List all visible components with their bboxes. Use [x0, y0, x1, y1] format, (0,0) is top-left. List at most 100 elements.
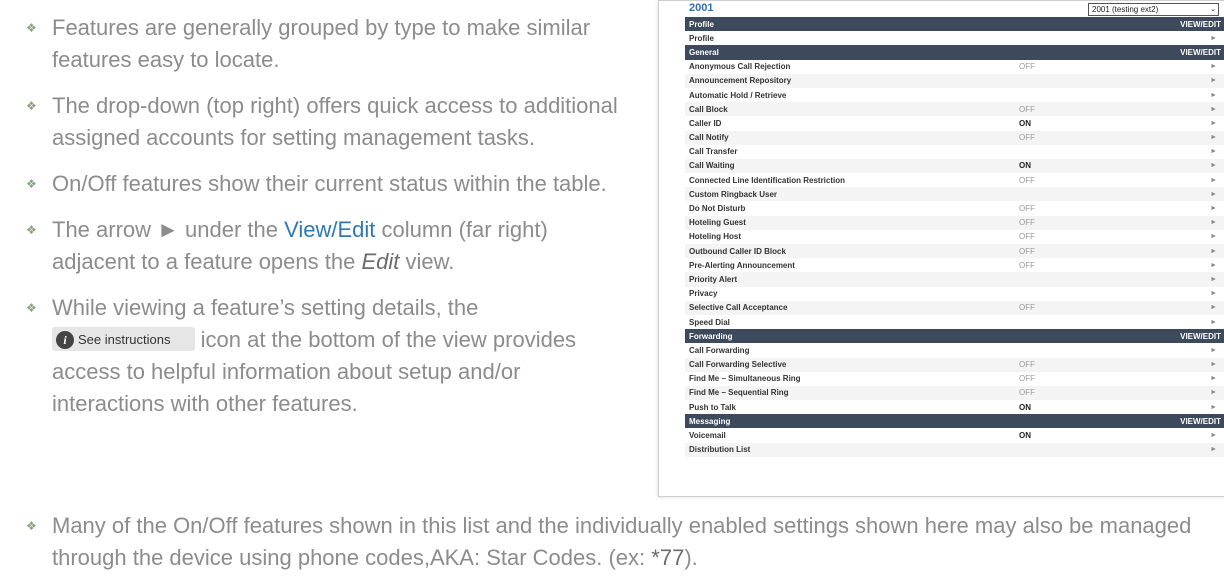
feature-name: Hoteling Guest [685, 215, 1015, 230]
view-edit-arrow-icon[interactable]: ► [1155, 244, 1224, 259]
account-dropdown[interactable]: 2001 (testing ext2) ⌄ [1088, 3, 1219, 16]
feature-name: Speed Dial [689, 317, 730, 327]
feature-status [1015, 315, 1155, 329]
view-edit-arrow-icon[interactable]: ► [1155, 385, 1224, 401]
bottom-note: ❖ Many of the On/Off features shown in t… [24, 510, 1214, 574]
view-edit-arrow-icon[interactable]: ► [1155, 88, 1224, 102]
view-edit-arrow-icon[interactable]: ► [1155, 187, 1224, 202]
view-edit-header[interactable]: VIEW/EDIT [1155, 17, 1224, 32]
feature-row[interactable]: Selective Call Acceptance OFF ► [685, 300, 1224, 315]
feature-status: ON [1015, 158, 1155, 174]
view-edit-arrow-icon[interactable]: ► [1155, 130, 1224, 145]
feature-status [1015, 187, 1155, 202]
feature-row[interactable]: Call Forwarding ► [685, 343, 1224, 357]
feature-name: Caller ID [689, 118, 722, 128]
account-dropdown-value: 2001 (testing ext2) [1092, 5, 1159, 14]
feature-row[interactable]: Profile ► [685, 31, 1224, 45]
view-edit-arrow-icon[interactable]: ► [1155, 201, 1224, 215]
feature-name: Anonymous Call Rejection [689, 62, 791, 72]
section-title: Messaging [685, 414, 1155, 429]
feature-row[interactable]: Call Forwarding Selective OFF ► [685, 357, 1224, 372]
feature-status: OFF [1015, 244, 1155, 259]
view-edit-arrow-icon[interactable]: ► [1155, 158, 1224, 174]
view-edit-arrow-icon[interactable]: ► [1155, 73, 1224, 88]
feature-row[interactable]: Priority Alert ► [685, 272, 1224, 287]
feature-status: OFF [1015, 102, 1155, 117]
view-edit-arrow-icon[interactable]: ► [1155, 215, 1224, 230]
star-code: *77 [651, 545, 685, 570]
feature-name: Priority Alert [685, 272, 1015, 287]
view-edit-link[interactable]: View/Edit [284, 217, 375, 242]
view-edit-arrow-icon[interactable]: ► [1155, 173, 1224, 187]
view-edit-arrow-icon[interactable]: ► [1155, 60, 1224, 74]
view-edit-arrow-icon[interactable]: ► [1155, 230, 1224, 244]
feature-row[interactable]: Custom Ringback User ► [685, 187, 1224, 202]
feature-status: OFF [1019, 62, 1035, 72]
feature-row[interactable]: Speed Dial ► [685, 315, 1224, 329]
view-edit-arrow-icon[interactable]: ► [1155, 258, 1224, 272]
diamond-bullet-icon: ❖ [26, 21, 37, 35]
feature-name: Call Forwarding Selective [685, 357, 1015, 372]
view-edit-arrow-icon[interactable]: ► [1155, 357, 1224, 372]
feature-row[interactable]: Connected Line Identification Restrictio… [685, 173, 1224, 187]
view-edit-arrow-icon[interactable]: ► [1155, 315, 1224, 329]
feature-row[interactable]: Call Notify OFF ► [685, 130, 1224, 145]
panel-header: 2001 2001 (testing ext2) ⌄ [685, 1, 1224, 17]
feature-row[interactable]: Find Me – Simultaneous Ring OFF ► [685, 372, 1224, 386]
view-edit-header[interactable]: VIEW/EDIT [1155, 45, 1224, 60]
feature-row[interactable]: Call Transfer ► [685, 145, 1224, 159]
chevron-down-icon: ⌄ [1210, 6, 1216, 13]
feature-row[interactable]: Privacy ► [685, 287, 1224, 301]
feature-status [1015, 442, 1155, 457]
feature-row[interactable]: Do Not Disturb OFF ► [685, 201, 1224, 215]
view-edit-arrow-icon[interactable]: ► [1155, 372, 1224, 386]
feature-row[interactable]: Call Waiting ON ► [685, 158, 1224, 174]
view-edit-arrow-icon[interactable]: ► [1155, 31, 1224, 45]
features-screenshot: 2001 2001 (testing ext2) ⌄ Profile VIEW/E… [658, 0, 1224, 497]
view-edit-arrow-icon[interactable]: ► [1155, 442, 1224, 457]
bullet-item: ❖ The drop-down (top right) offers quick… [24, 90, 624, 154]
feature-name: Call Block [685, 102, 1015, 117]
feature-name: Pre-Alerting Announcement [689, 260, 795, 270]
view-edit-header[interactable]: VIEW/EDIT [1155, 414, 1224, 429]
feature-status: OFF [1019, 232, 1035, 242]
feature-row[interactable]: Distribution List ► [685, 442, 1224, 457]
section-header: Messaging VIEW/EDIT [685, 414, 1224, 429]
feature-status [1015, 88, 1155, 102]
feature-name: Custom Ringback User [685, 187, 1015, 202]
feature-status [1015, 73, 1155, 88]
feature-row[interactable]: Anonymous Call Rejection OFF ► [685, 60, 1224, 74]
feature-row[interactable]: Push to Talk ON ► [685, 400, 1224, 414]
view-edit-arrow-icon[interactable]: ► [1155, 400, 1224, 414]
feature-row[interactable]: Announcement Repository ► [685, 73, 1224, 88]
feature-row[interactable]: Call Block OFF ► [685, 102, 1224, 117]
view-edit-arrow-icon[interactable]: ► [1155, 343, 1224, 357]
feature-row[interactable]: Caller ID ON ► [685, 116, 1224, 130]
feature-row[interactable]: Pre-Alerting Announcement OFF ► [685, 258, 1224, 272]
view-edit-arrow-icon[interactable]: ► [1155, 102, 1224, 117]
feature-row[interactable]: Outbound Caller ID Block OFF ► [685, 244, 1224, 259]
view-edit-arrow-icon[interactable]: ► [1155, 287, 1224, 301]
feature-row[interactable]: Find Me – Sequential Ring OFF ► [685, 385, 1224, 401]
feature-name: Call Transfer [689, 147, 738, 157]
view-edit-header[interactable]: VIEW/EDIT [1155, 329, 1224, 344]
bullet-text: ). [684, 545, 698, 570]
feature-row[interactable]: Hoteling Host OFF ► [685, 230, 1224, 244]
feature-status: OFF [1015, 357, 1155, 372]
see-instructions-button[interactable]: i See instructions [52, 327, 195, 352]
view-edit-arrow-icon[interactable]: ► [1155, 116, 1224, 130]
bullet-item: ❖ Features are generally grouped by type… [24, 12, 624, 76]
view-edit-arrow-icon[interactable]: ► [1155, 428, 1224, 442]
bullet-item: ❖ Many of the On/Off features shown in t… [24, 510, 1214, 574]
diamond-bullet-icon: ❖ [26, 99, 37, 113]
view-edit-arrow-icon[interactable]: ► [1155, 145, 1224, 159]
feature-row[interactable]: Automatic Hold / Retrieve ► [685, 88, 1224, 102]
feature-row[interactable]: Hoteling Guest OFF ► [685, 215, 1224, 230]
view-edit-arrow-icon[interactable]: ► [1155, 272, 1224, 287]
view-edit-arrow-icon[interactable]: ► [1155, 300, 1224, 315]
feature-name: Distribution List [685, 442, 1015, 457]
feature-row[interactable]: Voicemail ON ► [685, 428, 1224, 442]
feature-name: Privacy [689, 289, 718, 299]
diamond-bullet-icon: ❖ [26, 519, 37, 533]
section-header: General VIEW/EDIT [685, 45, 1224, 60]
